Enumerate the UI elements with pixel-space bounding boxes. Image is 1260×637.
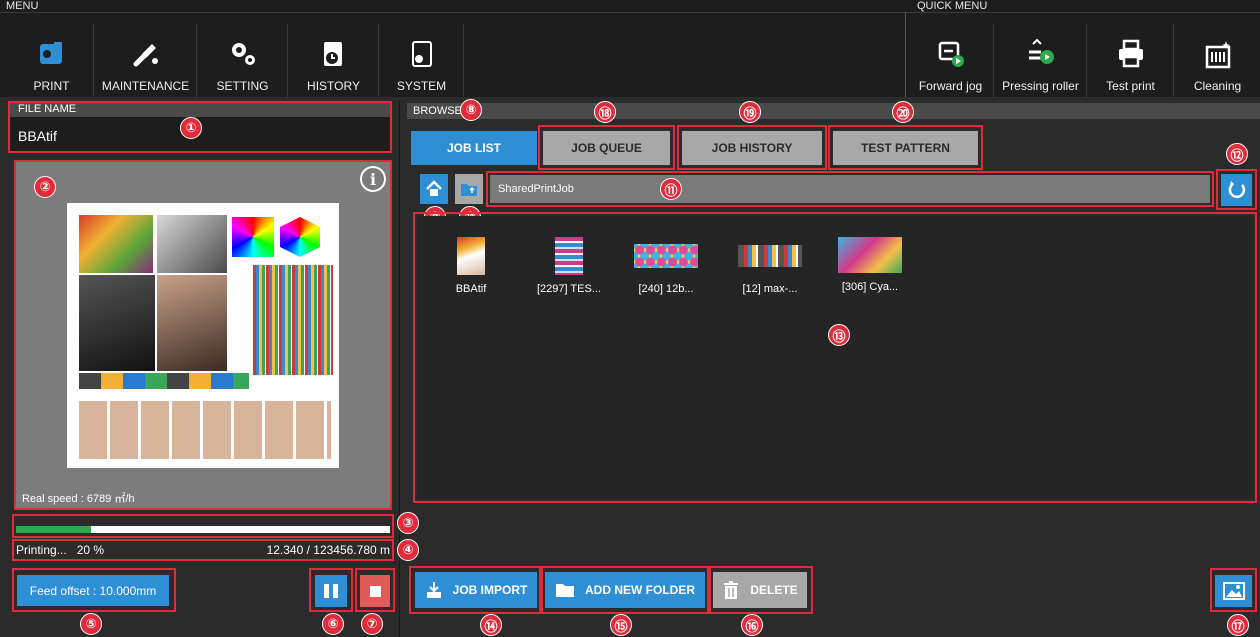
quick-forward-jog-label: Forward jog (918, 79, 983, 93)
annotation-box-16 (707, 566, 813, 614)
file-thumbnail (555, 237, 583, 275)
quick-menu-separator (905, 12, 906, 97)
marker-17: ⑰ (1227, 614, 1249, 636)
marker-7: ⑦ (361, 613, 383, 635)
annotation-box-6 (309, 568, 353, 612)
annotation-box-4 (12, 539, 394, 561)
menu-history-button[interactable]: HISTORY (289, 24, 379, 97)
print-icon (35, 37, 69, 71)
file-item-12[interactable]: [12] max-... (735, 237, 805, 295)
quick-forward-jog-button[interactable]: Forward jog (908, 24, 994, 97)
pressing-roller-icon (1024, 37, 1058, 71)
file-thumbnail (738, 245, 802, 267)
file-name-label: [306] Cya... (841, 281, 899, 293)
folder-up-icon (461, 184, 477, 196)
annotation-box-20 (828, 125, 983, 170)
menu-setting-label: SETTING (216, 79, 269, 93)
marker-18: ⑱ (594, 101, 616, 123)
setting-icon (226, 37, 260, 71)
file-item-306[interactable]: [306] Cya... (835, 237, 905, 293)
quick-cleaning-label: Cleaning (1193, 79, 1242, 93)
annotation-box-17 (1210, 568, 1257, 612)
marker-1: ① (180, 117, 202, 139)
menu-print-button[interactable]: PRINT (10, 24, 94, 97)
marker-5: ⑤ (80, 613, 102, 635)
menu-system-button[interactable]: SYSTEM (380, 24, 464, 97)
file-item-240[interactable]: [240] 12b... (631, 237, 701, 295)
marker-3: ③ (397, 512, 419, 534)
quick-test-print-label: Test print (1106, 79, 1155, 93)
marker-14: ⑭ (480, 614, 502, 636)
maintenance-icon (129, 37, 163, 71)
cleaning-icon (1201, 37, 1235, 71)
quick-pressing-roller-button[interactable]: Pressing roller (995, 24, 1087, 97)
annotation-box-19 (677, 125, 827, 170)
file-name-label: [2297] TES... (536, 283, 601, 295)
marker-4: ④ (397, 539, 419, 561)
annotation-box-5 (12, 568, 176, 612)
marker-16: ⑯ (741, 614, 763, 636)
home-icon (426, 180, 442, 196)
menu-print-label: PRINT (33, 79, 70, 93)
menu-caption: MENU (6, 0, 39, 12)
annotation-box-11 (486, 171, 1214, 207)
marker-6: ⑥ (322, 613, 344, 635)
quick-test-print-button[interactable]: Test print (1088, 24, 1174, 97)
marker-2: ② (34, 176, 56, 198)
file-thumbnail (634, 244, 698, 268)
menu-maintenance-label: MAINTENANCE (101, 79, 190, 93)
tab-job-list[interactable]: JOB LIST (411, 131, 537, 165)
top-divider (0, 12, 1260, 13)
annotation-box-12 (1216, 169, 1257, 210)
annotation-box-7 (355, 568, 395, 612)
file-name-label: [240] 12b... (638, 283, 694, 295)
menu-setting-button[interactable]: SETTING (198, 24, 288, 97)
file-item-2297[interactable]: [2297] TES... (534, 237, 604, 295)
annotation-box-18 (538, 125, 675, 170)
home-button[interactable] (420, 174, 448, 204)
file-thumbnail (838, 237, 902, 273)
annotation-box-2 (14, 160, 392, 510)
file-name-label: [12] max-... (742, 283, 798, 295)
marker-8: ⑧ (460, 99, 482, 121)
marker-20: ⑳ (892, 101, 914, 123)
quick-menu-caption: QUICK MENU (917, 0, 988, 12)
forward-jog-icon (934, 37, 968, 71)
marker-15: ⑮ (610, 614, 632, 636)
system-icon (405, 37, 439, 71)
history-icon (317, 37, 351, 71)
file-name-label: BBAtif (455, 283, 487, 295)
annotation-box-14 (409, 566, 543, 614)
browse-caption: BROWSE (407, 103, 1260, 119)
marker-12: ⑫ (1226, 143, 1248, 165)
marker-11: ⑪ (660, 178, 682, 200)
menu-history-label: HISTORY (307, 79, 360, 93)
parent-folder-button[interactable] (455, 174, 483, 204)
annotation-box-15 (539, 566, 711, 614)
marker-19: ⑲ (739, 101, 761, 123)
menu-system-label: SYSTEM (396, 79, 447, 93)
test-print-icon (1114, 37, 1148, 71)
quick-cleaning-button[interactable]: Cleaning (1175, 24, 1260, 97)
quick-pressing-roller-label: Pressing roller (1002, 79, 1079, 93)
annotation-box-3 (12, 514, 394, 538)
menu-maintenance-button[interactable]: MAINTENANCE (95, 24, 197, 97)
file-item-bbatif[interactable]: BBAtif (436, 237, 506, 295)
file-thumbnail (457, 237, 485, 275)
marker-13: ⑬ (828, 324, 850, 346)
